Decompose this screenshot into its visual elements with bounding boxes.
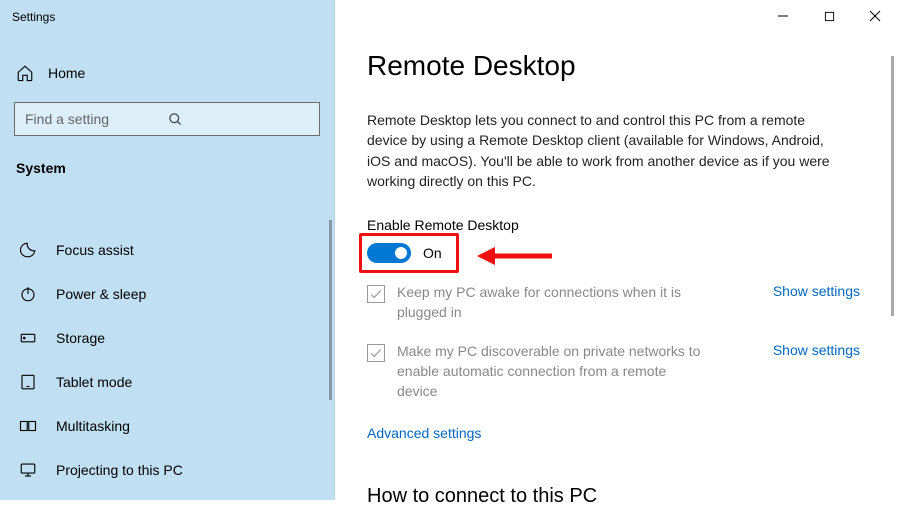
sidebar-section-system: System	[0, 154, 334, 190]
main-scrollbar[interactable]	[891, 56, 894, 316]
enable-remote-desktop-label: Enable Remote Desktop	[367, 217, 860, 233]
nav-label: Storage	[56, 330, 105, 346]
sidebar: Settings Home Find a setting System Focu…	[0, 0, 335, 500]
page-title: Remote Desktop	[367, 50, 860, 82]
option-discoverable: Make my PC discoverable on private netwo…	[367, 342, 860, 401]
main-content: Remote Desktop Remote Desktop lets you c…	[335, 0, 900, 500]
annotation-arrow	[477, 241, 557, 271]
minimize-button[interactable]	[760, 2, 806, 30]
storage-icon	[18, 328, 38, 348]
project-icon	[18, 460, 38, 480]
power-icon	[18, 284, 38, 304]
option-keep-awake: Keep my PC awake for connections when it…	[367, 283, 860, 322]
checkbox-discoverable[interactable]	[367, 344, 385, 362]
sidebar-item-focus-assist[interactable]: Focus assist	[0, 228, 334, 272]
show-settings-link[interactable]: Show settings	[773, 342, 860, 358]
search-placeholder: Find a setting	[25, 111, 168, 127]
sidebar-item-tablet-mode[interactable]: Tablet mode	[0, 360, 334, 404]
connect-heading: How to connect to this PC	[367, 485, 860, 508]
sidebar-item-storage[interactable]: Storage	[0, 316, 334, 360]
option-text: Keep my PC awake for connections when it…	[397, 283, 707, 322]
description: Remote Desktop lets you connect to and c…	[367, 110, 837, 191]
toggle-state-label: On	[423, 245, 442, 261]
nav-label: Power & sleep	[56, 286, 146, 302]
maximize-button[interactable]	[806, 2, 852, 30]
show-settings-link[interactable]: Show settings	[773, 283, 860, 299]
nav-label: Projecting to this PC	[56, 462, 183, 478]
window-title: Settings	[0, 6, 334, 26]
sidebar-item-home[interactable]: Home	[0, 54, 334, 92]
sidebar-item-power-sleep[interactable]: Power & sleep	[0, 272, 334, 316]
moon-icon	[18, 240, 38, 260]
nav-label: Multitasking	[56, 418, 130, 434]
advanced-settings-link[interactable]: Advanced settings	[367, 425, 481, 441]
sidebar-item-projecting[interactable]: Projecting to this PC	[0, 448, 334, 492]
sidebar-nav: Focus assist Power & sleep Storage Table…	[0, 228, 334, 492]
titlebar-controls	[760, 2, 898, 30]
nav-label: Focus assist	[56, 242, 134, 258]
option-text: Make my PC discoverable on private netwo…	[397, 342, 707, 401]
home-label: Home	[48, 65, 85, 81]
enable-remote-desktop-toggle[interactable]	[367, 243, 411, 263]
nav-label: Tablet mode	[56, 374, 132, 390]
search-input[interactable]: Find a setting	[14, 102, 320, 136]
tablet-icon	[18, 372, 38, 392]
toggle-knob	[395, 247, 407, 259]
checkbox-keep-awake[interactable]	[367, 285, 385, 303]
close-button[interactable]	[852, 2, 898, 30]
search-icon	[168, 111, 311, 127]
multitask-icon	[18, 416, 38, 436]
home-icon	[16, 64, 34, 82]
sidebar-scrollbar[interactable]	[329, 220, 332, 400]
sidebar-item-multitasking[interactable]: Multitasking	[0, 404, 334, 448]
